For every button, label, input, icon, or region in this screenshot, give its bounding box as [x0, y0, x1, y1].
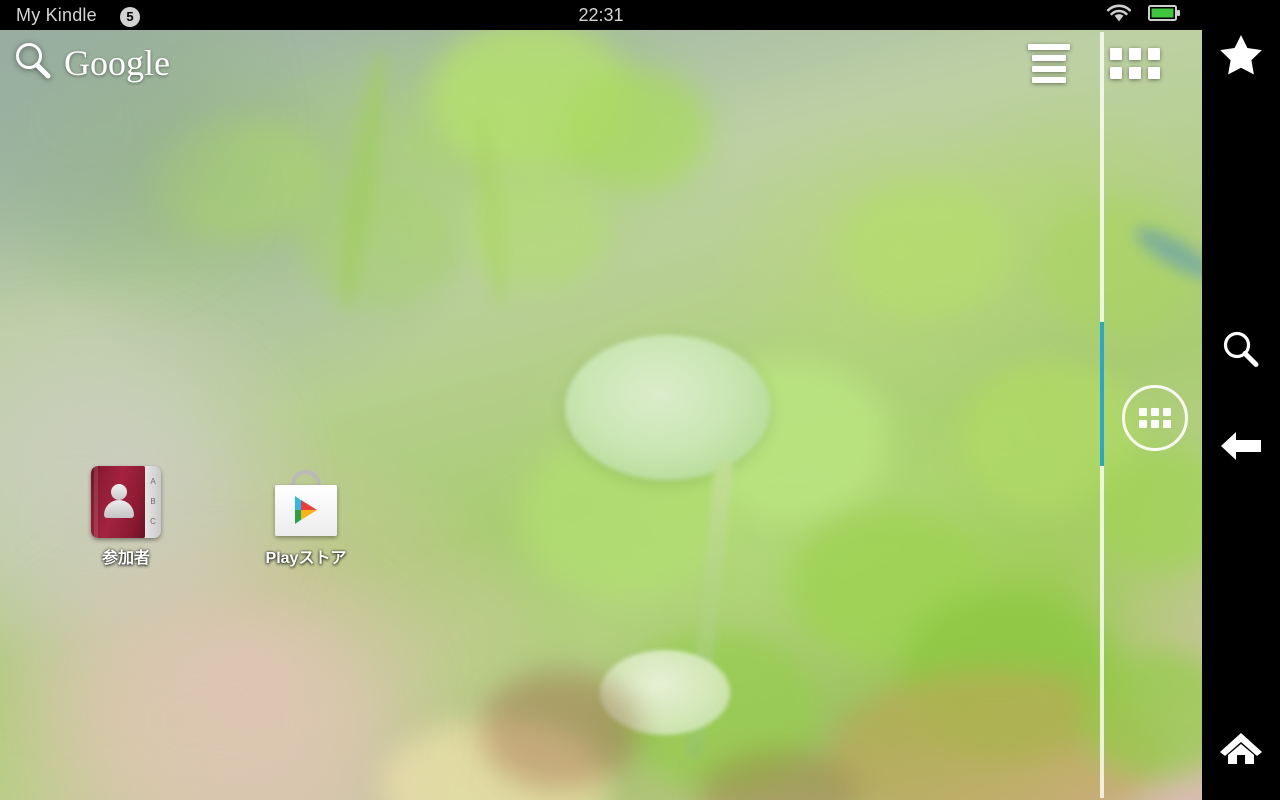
device-screen: Google A B C 参加者 Playストア My Kindle 5 22:… — [0, 0, 1280, 800]
battery-full-icon — [1148, 4, 1180, 27]
status-clock: 22:31 — [578, 5, 624, 25]
sidebar-button-search[interactable] — [1202, 319, 1280, 385]
app-icon-play-store[interactable]: Playストア — [246, 466, 366, 568]
google-search-widget[interactable]: Google — [12, 38, 170, 88]
magnifier-icon — [12, 40, 54, 87]
book-tab-a: A — [150, 477, 156, 486]
app-icon-contacts[interactable]: A B C 参加者 — [66, 466, 186, 568]
contacts-book-icon: A B C — [91, 466, 161, 538]
play-store-bag-icon — [271, 466, 341, 538]
app-label-contacts: 参加者 — [101, 550, 150, 567]
sidebar-button-favorites[interactable] — [1202, 23, 1280, 89]
book-tab-c: C — [150, 517, 156, 526]
sidebar-button-back[interactable] — [1202, 415, 1280, 481]
wallpaper[interactable] — [0, 30, 1202, 800]
book-tab-b: B — [150, 497, 156, 506]
app-drawer-grid-icon — [1139, 408, 1171, 428]
app-label-play-store: Playストア — [265, 550, 347, 567]
wifi-full-icon — [1106, 3, 1132, 28]
sidebar-button-home[interactable] — [1202, 717, 1280, 783]
magnifier-icon — [1220, 329, 1262, 376]
page-indicator-thumb[interactable] — [1100, 322, 1104, 466]
google-brand-label: Google — [64, 43, 170, 83]
list-lines-icon[interactable] — [1028, 43, 1070, 83]
system-sidebar — [1202, 0, 1280, 800]
app-drawer-button[interactable] — [1122, 385, 1188, 451]
arrow-left-icon — [1219, 429, 1263, 468]
star-icon — [1219, 33, 1263, 80]
home-icon — [1219, 730, 1263, 771]
app-grid-icon[interactable] — [1110, 47, 1160, 79]
home-top-actions — [1028, 38, 1160, 88]
status-bar[interactable]: My Kindle 5 22:31 — [0, 0, 1202, 30]
